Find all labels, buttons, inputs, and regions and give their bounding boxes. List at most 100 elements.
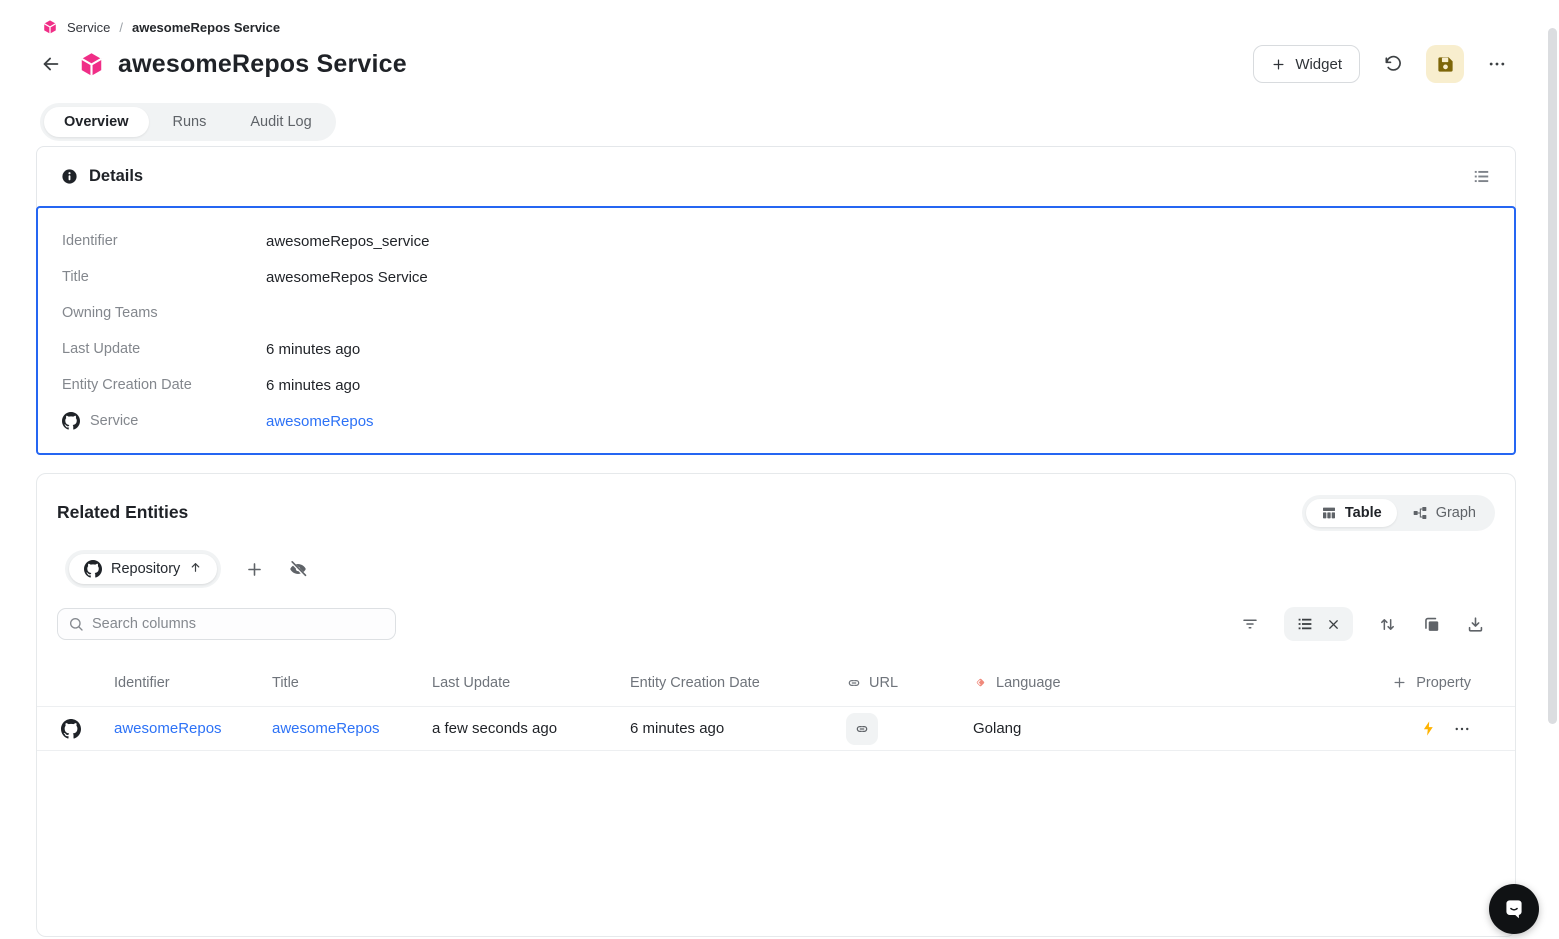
list-view-icon[interactable] [1296,615,1314,633]
add-relation-button[interactable] [245,560,264,579]
details-card-header: Details [37,147,1515,206]
column-header-title[interactable]: Title [272,675,432,691]
search-columns-input[interactable] [92,616,385,632]
details-widget-selected[interactable]: Identifier awesomeRepos_service Title aw… [36,206,1516,455]
page-header: awesomeRepos Service Widget [38,44,1516,84]
relation-pill-group: Repository [65,550,222,588]
row-more-options-button[interactable] [1453,720,1471,738]
related-entities-card: Related Entities Table Graph Repository [36,473,1516,937]
sort-icon[interactable] [1378,615,1397,634]
page-title: awesomeRepos Service [118,49,407,78]
table-icon [1321,505,1337,521]
copy-icon[interactable] [1422,615,1441,634]
back-button[interactable] [38,51,64,77]
row-identifier-link[interactable]: awesomeRepos [114,720,222,737]
add-widget-label: Widget [1295,55,1342,73]
more-options-button[interactable] [1478,45,1516,83]
related-entities-title: Related Entities [57,502,189,522]
row-title-link[interactable]: awesomeRepos [272,720,380,737]
link-icon [846,675,862,691]
search-icon [68,616,84,632]
entity-tabs: Overview Runs Audit Log [40,103,336,141]
info-icon [61,168,78,185]
detail-label-text: Service [90,413,139,429]
add-widget-button[interactable]: Widget [1253,45,1360,83]
add-property-label: Property [1416,674,1471,691]
breadcrumb: Service / awesomeRepos Service [42,19,280,35]
detail-row: Identifier awesomeRepos_service [62,223,1514,259]
chat-widget-button[interactable] [1489,884,1539,934]
relation-filter-bar: Repository [65,550,308,588]
github-icon [61,718,81,739]
detail-row: Service awesomeRepos [62,403,1514,439]
detail-row: Last Update 6 minutes ago [62,331,1514,367]
row-url-cell [846,712,973,745]
detail-label: Title [62,269,89,285]
chat-bubble-icon [1501,896,1527,922]
save-button[interactable] [1426,45,1464,83]
detail-row: Entity Creation Date 6 minutes ago [62,367,1514,403]
url-link-button[interactable] [846,712,878,745]
eye-off-icon[interactable] [288,559,308,579]
tab-audit-log[interactable]: Audit Log [230,107,331,137]
service-entity-link[interactable]: awesomeRepos [266,413,374,430]
view-toggle-graph-label: Graph [1435,505,1476,521]
save-icon [1436,55,1455,74]
column-header-identifier[interactable]: Identifier [114,675,272,691]
detail-value: 6 minutes ago [266,340,361,358]
table-row[interactable]: awesomeRepos awesomeRepos a few seconds … [37,707,1515,751]
detail-label: Last Update [62,341,141,357]
tab-overview[interactable]: Overview [44,107,149,137]
undo-icon [1383,54,1403,74]
vertical-scrollbar[interactable] [1548,28,1557,724]
related-entities-table: Identifier Title Last Update Entity Crea… [37,659,1515,751]
undo-button[interactable] [1374,45,1412,83]
arrow-up-icon [189,561,202,577]
plus-icon [1392,675,1407,690]
run-action-lightning-icon[interactable] [1420,720,1437,737]
column-header-url[interactable]: URL [846,675,973,691]
relation-pill-repository[interactable]: Repository [69,554,218,584]
download-icon[interactable] [1466,615,1485,634]
view-toggle-graph[interactable]: Graph [1397,499,1491,527]
column-header-entity-creation-date[interactable]: Entity Creation Date [630,675,846,691]
column-header-url-label: URL [869,674,899,691]
detail-row: Owning Teams [62,295,1514,331]
detail-label: Entity Creation Date [62,377,192,393]
row-language: Golang [973,720,1022,737]
row-blueprint-icon [61,718,114,739]
github-icon [84,560,102,578]
breadcrumb-root[interactable]: Service [67,20,110,35]
details-list-view-icon[interactable] [1472,167,1491,186]
plus-icon [1271,57,1286,72]
detail-value: 6 minutes ago [266,376,361,394]
detail-label: Identifier [62,233,118,249]
detail-label: Service [62,412,266,430]
table-toolbar [1241,605,1485,643]
github-icon [62,412,80,430]
language-property-icon [973,675,988,690]
row-last-update: a few seconds ago [432,720,558,737]
column-header-language[interactable]: Language [973,675,1392,691]
row-entity-creation-date: 6 minutes ago [630,720,725,737]
details-card: Details Identifier awesomeRepos_service … [36,146,1516,455]
column-header-language-label: Language [996,674,1061,691]
search-columns-field [57,608,396,640]
filter-icon[interactable] [1241,615,1259,633]
service-cube-icon-large [78,51,105,78]
breadcrumb-current: awesomeRepos Service [131,19,281,35]
clear-grouping-icon[interactable] [1326,617,1341,632]
view-toggle-table[interactable]: Table [1305,499,1397,527]
column-header-last-update[interactable]: Last Update [432,675,630,691]
row-actions [1420,720,1471,738]
header-actions: Widget [1253,45,1516,83]
table-header-row: Identifier Title Last Update Entity Crea… [37,659,1515,707]
view-toggle-table-label: Table [1344,505,1382,521]
detail-row: Title awesomeRepos Service [62,259,1514,295]
breadcrumb-separator: / [119,19,123,35]
add-property-button[interactable]: Property [1392,675,1471,691]
detail-value: awesomeRepos Service [266,268,428,286]
tab-runs[interactable]: Runs [153,107,227,137]
relation-pill-label: Repository [111,561,181,577]
detail-label: Owning Teams [62,305,158,321]
